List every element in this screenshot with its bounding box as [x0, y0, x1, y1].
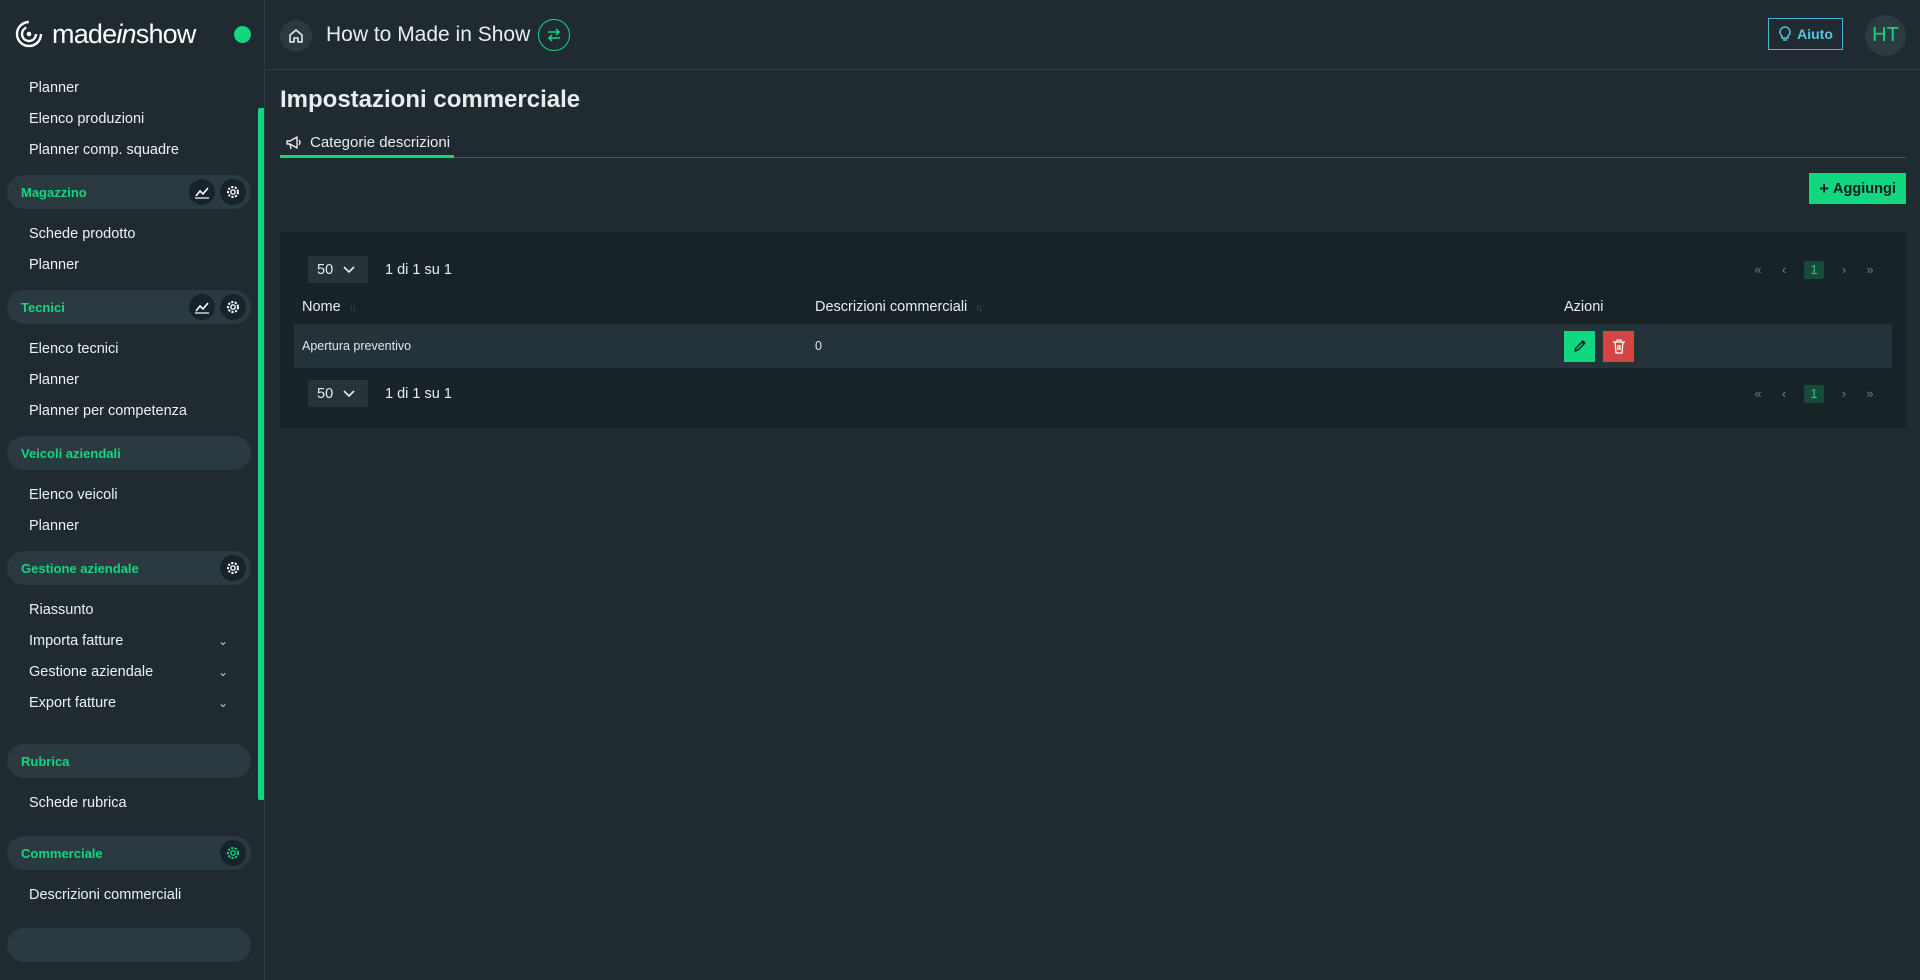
last-page-icon[interactable]: »	[1864, 386, 1876, 401]
nav-group-gestione-aziendale[interactable]: Gestione aziendale	[7, 551, 251, 585]
table-header: Nome ↑↓ Descrizioni commerciali ↑↓ Azioni	[294, 291, 1892, 323]
sidebar-item-importa-fatture[interactable]: Importa fatture ⌄	[0, 625, 258, 656]
help-button[interactable]: Aiuto	[1768, 18, 1843, 50]
sidebar-item-riassunto[interactable]: Riassunto	[0, 594, 258, 625]
logo[interactable]: madeinshow	[0, 0, 264, 68]
sidebar: madeinshow Planner Elenco produzioni Pla…	[0, 0, 265, 980]
sidebar-item-planner-veicoli[interactable]: Planner	[0, 510, 258, 541]
nav-group-commerciale[interactable]: Commerciale	[7, 836, 251, 870]
prev-page-icon[interactable]: ‹	[1778, 386, 1790, 401]
table-card: 50 1 di 1 su 1 « ‹ 1 › » Nome ↑↓ Descrizi…	[280, 232, 1906, 428]
app-title: How to Made in Show	[326, 23, 531, 46]
lightbulb-icon	[1779, 26, 1791, 41]
home-icon	[289, 29, 303, 43]
gear-icon[interactable]	[220, 179, 246, 205]
first-page-icon[interactable]: «	[1752, 262, 1764, 277]
sidebar-item-schede-prodotto[interactable]: Schede prodotto	[0, 218, 258, 249]
edit-button[interactable]	[1564, 330, 1595, 362]
nav-group-partial[interactable]	[7, 928, 251, 962]
sidebar-item-planner-comp-squadre[interactable]: Planner comp. squadre	[0, 134, 258, 165]
next-page-icon[interactable]: ›	[1838, 386, 1850, 401]
gear-icon[interactable]	[220, 840, 246, 866]
nav-group-rubrica[interactable]: Rubrica	[7, 744, 251, 778]
tabs-divider	[280, 157, 1906, 158]
prev-page-icon[interactable]: ‹	[1778, 262, 1790, 277]
gear-icon[interactable]	[220, 294, 246, 320]
nav-group-magazzino[interactable]: Magazzino	[7, 175, 251, 209]
chevron-down-icon: ⌄	[217, 633, 228, 648]
sidebar-item-gestione-aziendale[interactable]: Gestione aziendale ⌄	[0, 656, 258, 687]
pagination: « ‹ 1 › »	[1752, 384, 1888, 403]
column-header-descrizioni[interactable]: Descrizioni commerciali ↑↓	[815, 299, 983, 315]
page-number[interactable]: 1	[1804, 260, 1824, 279]
nav-group-label: Gestione aziendale	[21, 560, 139, 576]
page-size-select[interactable]: 50	[308, 256, 368, 283]
help-label: Aiuto	[1797, 26, 1833, 42]
pager-bottom: 50 1 di 1 su 1 « ‹ 1 › »	[308, 380, 1888, 407]
chevron-down-icon	[343, 265, 355, 273]
online-status-indicator	[234, 26, 251, 43]
sidebar-item-descrizioni-commerciali[interactable]: Descrizioni commerciali	[0, 879, 258, 910]
chevron-down-icon: ⌄	[217, 664, 228, 679]
pager-top: 50 1 di 1 su 1 « ‹ 1 › »	[308, 256, 1888, 283]
chevron-down-icon: ⌄	[217, 695, 228, 710]
sort-icon: ↑↓	[975, 303, 983, 314]
sidebar-scrollbar[interactable]	[258, 108, 264, 800]
page-number[interactable]: 1	[1804, 384, 1824, 403]
sidebar-item-planner-tecnici[interactable]: Planner	[0, 364, 258, 395]
sidebar-item-elenco-produzioni[interactable]: Elenco produzioni	[0, 103, 258, 134]
last-page-icon[interactable]: »	[1864, 262, 1876, 277]
page-size-select[interactable]: 50	[308, 380, 368, 407]
home-button[interactable]	[280, 20, 312, 52]
avatar[interactable]: HT	[1865, 15, 1906, 56]
pencil-icon	[1573, 340, 1586, 352]
nav-group-tecnici[interactable]: Tecnici	[7, 290, 251, 324]
gear-icon[interactable]	[220, 555, 246, 581]
chart-icon[interactable]	[189, 294, 215, 320]
add-button[interactable]: + Aggiungi	[1809, 173, 1906, 204]
nav-group-label: Commerciale	[21, 845, 103, 861]
sidebar-item-planner[interactable]: Planner	[0, 72, 258, 103]
sort-icon: ↑↓	[348, 303, 357, 314]
sidebar-item-elenco-tecnici[interactable]: Elenco tecnici	[0, 333, 258, 364]
sidebar-item-planner-magazzino[interactable]: Planner	[0, 249, 258, 280]
row-actions	[1564, 330, 1634, 362]
sidebar-item-export-fatture[interactable]: Export fatture ⌄	[0, 687, 258, 718]
top-bar: How to Made in Show Aiuto HT	[266, 0, 1920, 70]
page-title: Impostazioni commerciale	[280, 86, 581, 113]
cell-nome: Apertura preventivo	[302, 339, 412, 353]
brand-name: madeinshow	[52, 18, 196, 49]
swap-icon	[547, 28, 561, 42]
sidebar-item-planner-per-competenza[interactable]: Planner per competenza	[0, 395, 258, 426]
add-label: Aggiungi	[1833, 180, 1896, 197]
column-header-nome[interactable]: Nome ↑↓	[302, 299, 357, 315]
first-page-icon[interactable]: «	[1752, 386, 1764, 401]
tab-label: Categorie descrizioni	[310, 134, 451, 151]
page-info: 1 di 1 su 1	[385, 385, 452, 402]
nav-group-label: Veicoli aziendali	[21, 445, 121, 461]
delete-button[interactable]	[1603, 330, 1634, 362]
pagination: « ‹ 1 › »	[1752, 260, 1888, 279]
plus-icon: +	[1819, 178, 1830, 198]
nav-group-label: Magazzino	[21, 184, 87, 200]
column-header-azioni: Azioni	[1564, 299, 1604, 315]
sidebar-nav: Planner Elenco produzioni Planner comp. …	[0, 72, 258, 971]
tab-categorie-descrizioni[interactable]: Categorie descrizioni	[280, 130, 454, 158]
nav-group-veicoli-aziendali[interactable]: Veicoli aziendali	[7, 436, 251, 470]
logo-icon	[15, 20, 43, 48]
sidebar-item-schede-rubrica[interactable]: Schede rubrica	[0, 787, 258, 818]
nav-group-label: Tecnici	[21, 299, 65, 315]
switch-button[interactable]	[538, 19, 570, 51]
table-row: Apertura preventivo 0	[294, 324, 1892, 368]
nav-group-label: Rubrica	[21, 753, 70, 769]
trash-icon	[1612, 338, 1625, 354]
next-page-icon[interactable]: ›	[1838, 262, 1850, 277]
page-info: 1 di 1 su 1	[385, 261, 452, 278]
sidebar-item-elenco-veicoli[interactable]: Elenco veicoli	[0, 479, 258, 510]
chart-icon[interactable]	[189, 179, 215, 205]
megaphone-icon	[286, 135, 301, 149]
cell-descrizioni: 0	[815, 339, 822, 353]
chevron-down-icon	[343, 389, 355, 397]
